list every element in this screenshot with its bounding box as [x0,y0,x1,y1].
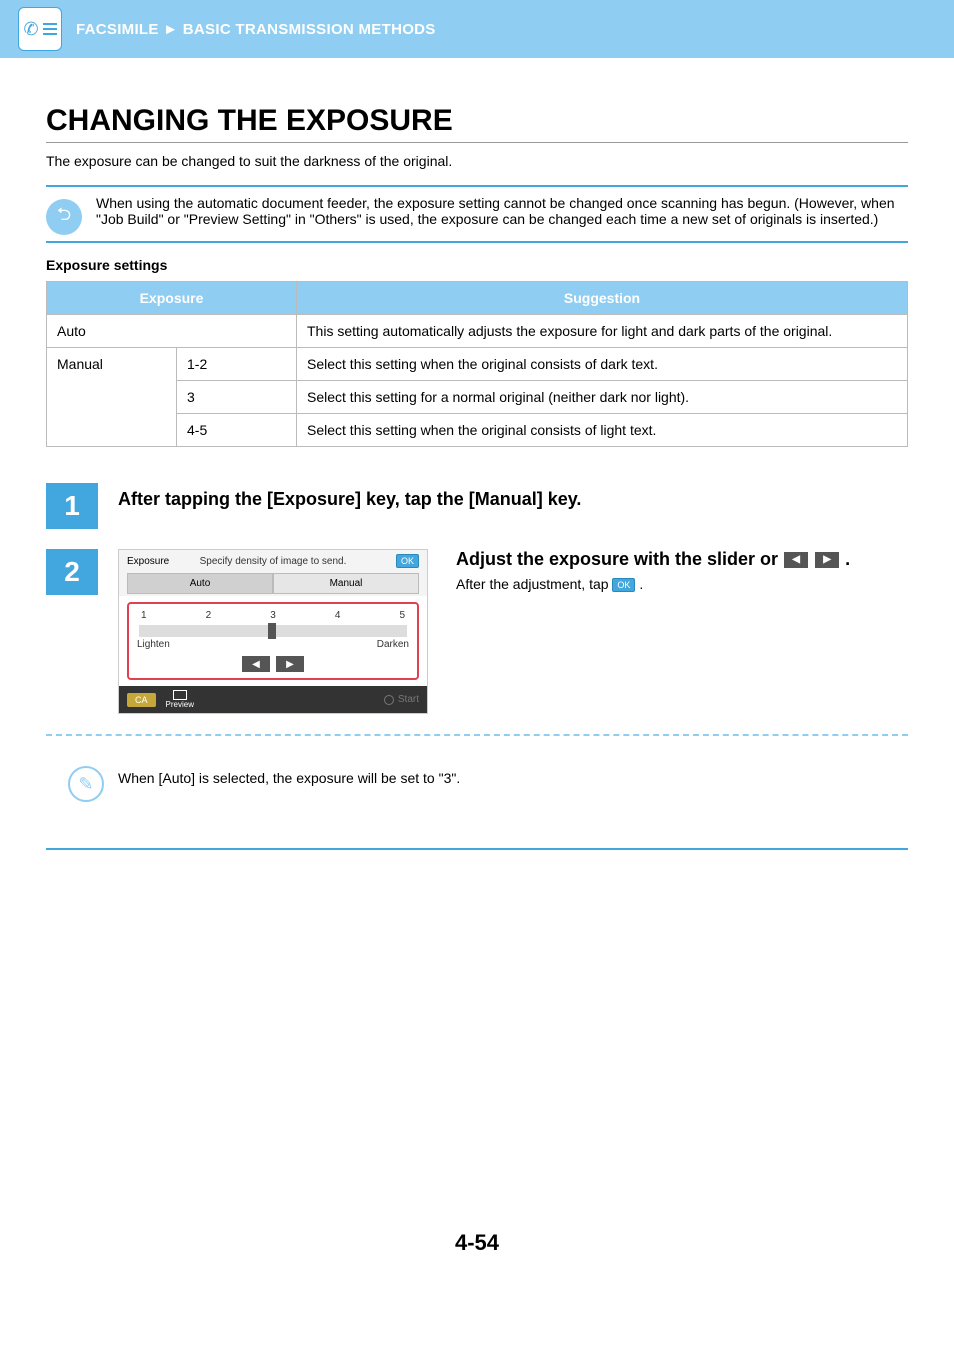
table-row: 3 Select this setting for a normal origi… [47,381,908,414]
start-button[interactable]: Start [384,694,419,705]
step-2-title-a: Adjust the exposure with the slider or [456,549,783,569]
step-2-after-b: . [639,576,643,592]
breadcrumb-part-1: FACSIMILE [76,21,159,38]
note-text: When [Auto] is selected, the exposure wi… [118,760,460,786]
step-2-after-a: After the adjustment, tap [456,576,612,592]
cell-sugg-12: Select this setting when the original co… [297,348,908,381]
cell-range-12: 1-2 [177,348,297,381]
label-darken: Darken [377,639,409,650]
arrow-left-icon: ◀ [784,552,808,568]
page-title: CHANGING THE EXPOSURE [46,104,908,143]
note-callout: ✎ When [Auto] is selected, the exposure … [46,754,908,850]
header-section-icon: ✆ [18,7,62,51]
scale-1: 1 [141,610,147,621]
scale-5: 5 [399,610,405,621]
breadcrumb: FACSIMILE ► BASIC TRANSMISSION METHODS [76,21,436,38]
cell-range-45: 4-5 [177,414,297,447]
cell-auto-label: Auto [47,315,297,348]
cell-sugg-45: Select this setting when the original co… [297,414,908,447]
step-2-after: After the adjustment, tap OK . [456,576,850,592]
dashed-separator [46,734,908,736]
preview-button[interactable]: Preview [166,690,194,709]
exposure-slider[interactable] [139,625,407,637]
screen-slider-area: 1 2 3 4 5 Lighten Darken [127,602,419,680]
back-arrow-icon: ⮌ [46,199,82,235]
step-2-title-b: . [845,549,850,569]
breadcrumb-part-2: BASIC TRANSMISSION METHODS [183,21,436,38]
pencil-icon: ✎ [68,766,104,802]
preview-label: Preview [166,700,194,709]
screen-heading: Exposure [127,556,169,567]
intro-text: The exposure can be changed to suit the … [46,153,908,169]
tab-auto[interactable]: Auto [127,573,273,594]
steps: 1 After tapping the [Exposure] key, tap … [46,483,908,714]
table-row: Auto This setting automatically adjusts … [47,315,908,348]
th-exposure: Exposure [47,282,297,315]
th-suggestion: Suggestion [297,282,908,315]
step-2-title: Adjust the exposure with the slider or ◀… [456,549,850,570]
device-screenshot: Exposure Specify density of image to sen… [118,549,428,714]
scale-3: 3 [270,610,276,621]
ok-icon: OK [612,578,635,592]
step-number-2: 2 [46,549,98,595]
phone-icon: ✆ [23,19,38,40]
screen-ok-button[interactable]: OK [396,554,419,568]
page-content: CHANGING THE EXPOSURE The exposure can b… [0,58,954,1296]
ca-button[interactable]: CA [127,693,156,707]
list-icon [43,22,57,36]
preview-icon [173,690,187,700]
start-label: Start [398,694,419,705]
scale-4: 4 [335,610,341,621]
screen-hint: Specify density of image to send. [127,556,419,567]
cell-range-3: 3 [177,381,297,414]
arrow-right-icon: ▶ [815,552,839,568]
header-bar: ✆ FACSIMILE ► BASIC TRANSMISSION METHODS [0,0,954,58]
step-1-title: After tapping the [Exposure] key, tap th… [118,489,581,510]
step-1: 1 After tapping the [Exposure] key, tap … [46,483,908,529]
cell-auto-sugg: This setting automatically adjusts the e… [297,315,908,348]
arrow-right-button[interactable]: ▶ [276,656,304,672]
arrow-left-button[interactable]: ◀ [242,656,270,672]
info-callout: ⮌ When using the automatic document feed… [46,185,908,243]
tab-manual[interactable]: Manual [273,573,419,594]
exposure-table: Exposure Suggestion Auto This setting au… [46,281,908,447]
breadcrumb-separator: ► [163,21,178,38]
step-2: 2 Exposure Specify density of image to s… [46,549,908,714]
label-lighten: Lighten [137,639,170,650]
scale-2: 2 [206,610,212,621]
cell-sugg-3: Select this setting for a normal origina… [297,381,908,414]
cell-manual-label: Manual [47,348,177,447]
table-row: Manual 1-2 Select this setting when the … [47,348,908,381]
start-icon [384,695,394,705]
table-title: Exposure settings [46,257,908,273]
page-number: 4-54 [46,1230,908,1296]
table-row: 4-5 Select this setting when the origina… [47,414,908,447]
info-callout-text: When using the automatic document feeder… [96,193,908,227]
step-number-1: 1 [46,483,98,529]
